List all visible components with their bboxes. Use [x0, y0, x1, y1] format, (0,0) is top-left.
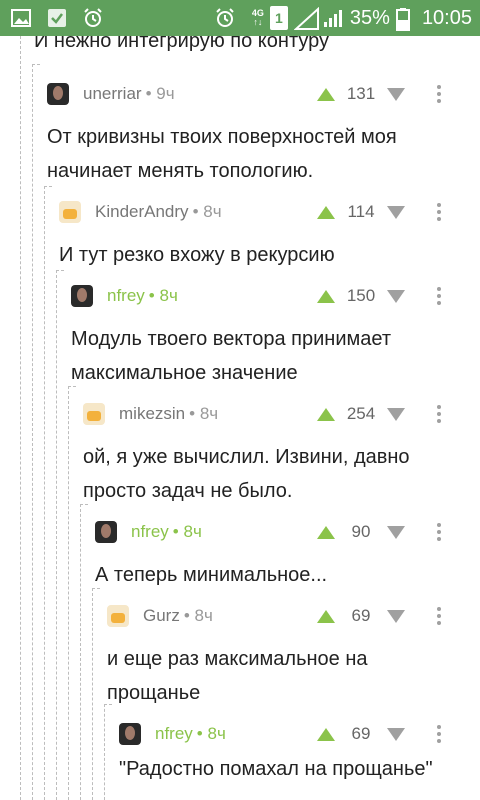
thread-connector [32, 64, 40, 65]
comment-text: и еще раз максимальное на прощанье [107, 642, 368, 710]
downvote-icon[interactable] [387, 407, 405, 421]
comment-text-line: начинает менять топологию. [47, 160, 314, 182]
comment-text: ой, я уже вычислил. Извини, давно просто… [83, 440, 410, 508]
comment-time: • 8ч [172, 522, 202, 541]
alarm-icon [82, 7, 104, 29]
thread-line [104, 704, 105, 800]
comment-text-line: ой, я уже вычислил. Извини, давно [83, 446, 410, 468]
comment-time: • 8ч [183, 606, 213, 625]
comment-text-line: И тут резко вхожу в рекурсию [59, 244, 335, 266]
rating-score: 114 [347, 202, 375, 221]
comment-time: • 8ч [189, 404, 219, 423]
upvote-icon[interactable] [317, 205, 335, 219]
thread-line [32, 64, 33, 800]
rating-score: 131 [346, 84, 376, 103]
avatar[interactable] [83, 403, 105, 425]
upvote-icon[interactable] [317, 289, 335, 303]
comment-text: От кривизны твоих поверхностей моя начин… [47, 120, 397, 188]
thread-line [44, 186, 45, 800]
avatar[interactable] [47, 83, 69, 105]
comment-text-line: От кривизны твоих поверхностей моя [47, 126, 397, 148]
comment-text: И тут резко вхожу в рекурсию [59, 238, 335, 272]
comment-text-line: и еще раз максимальное на [107, 648, 368, 670]
author-name[interactable]: mikezsin [119, 404, 185, 424]
avatar[interactable] [59, 201, 81, 223]
more-options-icon[interactable] [437, 287, 441, 305]
thread-line [80, 504, 81, 800]
downvote-icon[interactable] [387, 87, 405, 101]
more-options-icon[interactable] [437, 203, 441, 221]
signal-bars-icon [322, 7, 344, 29]
thread-line [68, 386, 69, 800]
comment-text-line: А теперь минимальное... [95, 564, 328, 586]
image-icon [10, 7, 32, 29]
upvote-icon[interactable] [317, 525, 335, 539]
rating-score: 254 [346, 404, 376, 423]
avatar[interactable] [107, 605, 129, 627]
downvote-icon[interactable] [387, 609, 405, 623]
check-icon [46, 7, 68, 29]
comment-time: • 8ч [192, 202, 222, 221]
comment-text-line: просто задач не было. [83, 480, 293, 502]
upvote-icon[interactable] [317, 87, 335, 101]
comment-text-line: "Радостно помахал на прощанье" [119, 758, 433, 780]
comment-text: "Радостно помахал на прощанье" [119, 752, 433, 786]
comment-time: • 9ч [145, 84, 175, 103]
comment-text: Модуль твоего вектора принимает максимал… [71, 322, 391, 390]
comment: nfrey • 8ч 69 "Радостно помахал на проща… [119, 722, 472, 800]
thread-line [20, 36, 21, 800]
sim-icon: 1 [269, 6, 288, 30]
rating-score: 90 [351, 522, 371, 541]
author-name[interactable]: KinderAndry [95, 202, 189, 222]
comment-time: • 8ч [196, 724, 226, 743]
rating-score: 69 [351, 724, 371, 743]
downvote-icon[interactable] [387, 205, 405, 219]
comment: nfrey • 8ч 90 А теперь минимальное... [95, 520, 472, 600]
downvote-icon[interactable] [387, 525, 405, 539]
clock: 10:05 [421, 6, 472, 29]
rating-score: 69 [351, 606, 371, 625]
author-name[interactable]: nfrey [131, 522, 169, 542]
more-options-icon[interactable] [437, 523, 441, 541]
battery-percent: 35% [349, 6, 390, 29]
downvote-icon[interactable] [387, 289, 405, 303]
avatar[interactable] [71, 285, 93, 307]
comment: unerriar • 9ч 131 От кривизны твоих пове… [47, 82, 472, 182]
signal-icon [293, 6, 319, 30]
parent-comment-text: И нежно интегрирую по контуру [34, 36, 330, 52]
downvote-icon[interactable] [387, 727, 405, 741]
comment-text-line: Модуль твоего вектора принимает [71, 328, 391, 350]
upvote-icon[interactable] [317, 609, 335, 623]
more-options-icon[interactable] [437, 725, 441, 743]
rating-score: 150 [346, 286, 376, 305]
comment: mikezsin • 8ч 254 ой, я уже вычислил. Из… [83, 402, 472, 502]
thread-line [56, 270, 57, 800]
thread-line [92, 588, 93, 800]
comment: KinderAndry • 8ч 114 И тут резко вхожу в… [59, 200, 472, 280]
comment: Gurz • 8ч 69 и еще раз максимальное на п… [107, 604, 472, 704]
avatar[interactable] [119, 723, 141, 745]
network-type-indicator: 4G ↑↓ [251, 8, 264, 27]
upvote-icon[interactable] [317, 727, 335, 741]
author-name[interactable]: nfrey [107, 286, 145, 306]
avatar[interactable] [95, 521, 117, 543]
status-bar: 4G ↑↓ 1 35% 10:05 [0, 0, 480, 36]
author-name[interactable]: Gurz [143, 606, 180, 626]
author-name[interactable]: unerriar [83, 84, 142, 104]
comment-text-line: максимальное значение [71, 362, 298, 384]
comment-text: А теперь минимальное... [95, 558, 327, 592]
more-options-icon[interactable] [437, 85, 441, 103]
author-name[interactable]: nfrey [155, 724, 193, 744]
battery-icon [395, 7, 410, 31]
alarm-icon [214, 7, 236, 29]
comment: nfrey • 8ч 150 Модуль твоего вектора при… [71, 284, 472, 384]
upvote-icon[interactable] [317, 407, 335, 421]
more-options-icon[interactable] [437, 405, 441, 423]
comment-thread: И нежно интегрирую по контуру unerriar •… [0, 36, 480, 800]
more-options-icon[interactable] [437, 607, 441, 625]
comment-time: • 8ч [148, 286, 178, 305]
comment-text-line: прощанье [107, 682, 201, 704]
